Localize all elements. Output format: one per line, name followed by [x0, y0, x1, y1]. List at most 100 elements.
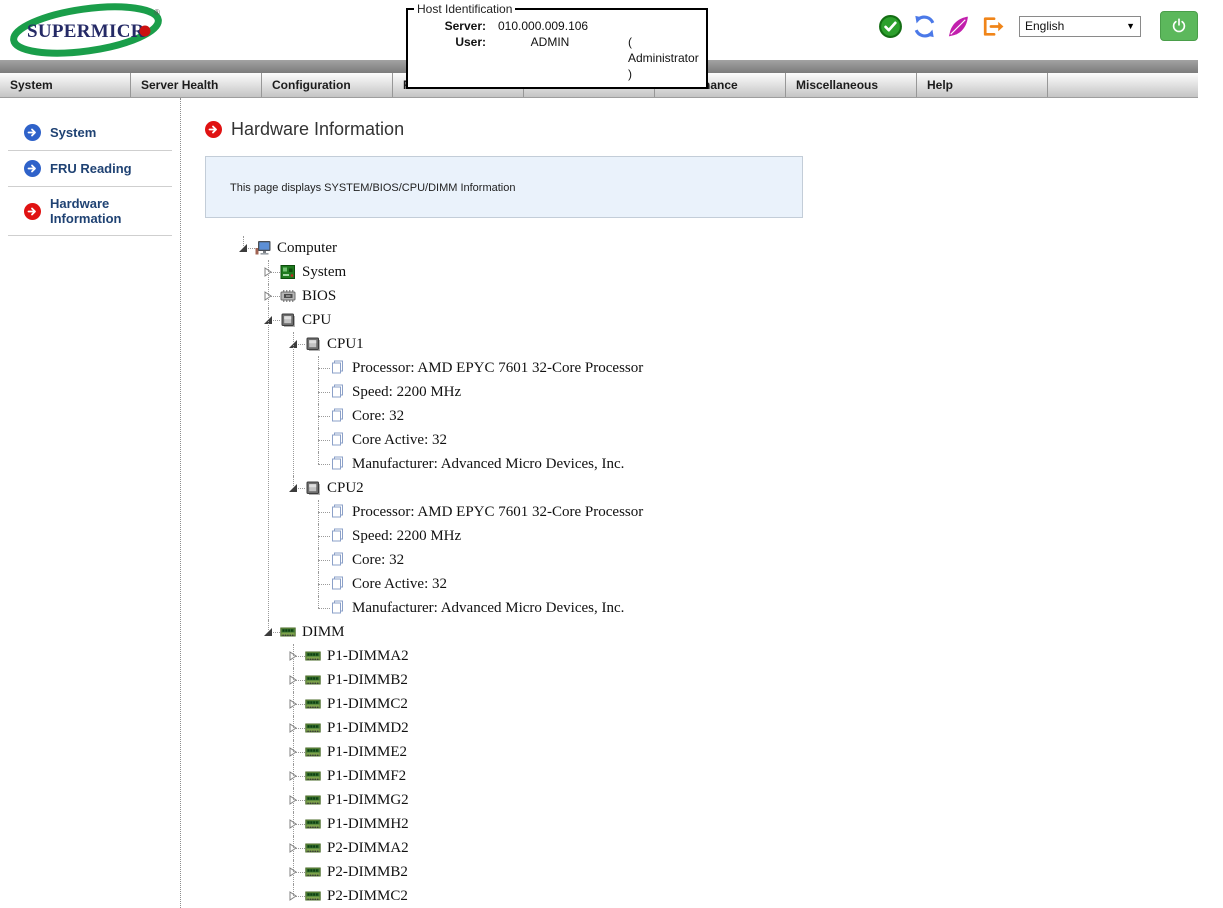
svg-text:®: ® [154, 8, 160, 17]
tree-node-system[interactable]: System [260, 260, 803, 284]
dimm-icon [280, 624, 296, 640]
tree-node-label: P1-DIMMH2 [327, 815, 409, 832]
motherboard-icon [280, 264, 296, 280]
tree-node-core-active-32[interactable]: Core Active: 32 [310, 428, 803, 452]
tree-node-speed-2200-mhz[interactable]: Speed: 2200 MHz [310, 380, 803, 404]
power-button[interactable] [1160, 11, 1198, 41]
tree-node-label: Speed: 2200 MHz [352, 383, 462, 400]
dimm-icon [305, 720, 321, 736]
dimm-icon [305, 864, 321, 880]
menu-item-configuration[interactable]: Configuration [262, 73, 393, 97]
tree-node-p1-dimmf2[interactable]: P1-DIMMF2 [285, 764, 803, 788]
tree-node-p1-dimmc2[interactable]: P1-DIMMC2 [285, 692, 803, 716]
tree-node-label: P1-DIMMC2 [327, 695, 408, 712]
refresh-icon[interactable] [912, 14, 937, 39]
expander-collapsed-icon[interactable] [288, 771, 298, 781]
expander-expanded-icon[interactable] [263, 315, 273, 325]
language-selected: English [1025, 19, 1065, 33]
tree-node-p1-dimmg2[interactable]: P1-DIMMG2 [285, 788, 803, 812]
tree-node-bios[interactable]: BIOS [260, 284, 803, 308]
dimm-icon [305, 648, 321, 664]
cpu-icon [280, 312, 296, 328]
blue-arrow-icon [24, 124, 41, 141]
expander-collapsed-icon[interactable] [263, 291, 273, 301]
expander-collapsed-icon[interactable] [288, 723, 298, 733]
tree-node-p2-dimmb2[interactable]: P2-DIMMB2 [285, 860, 803, 884]
expander-collapsed-icon[interactable] [288, 675, 298, 685]
tree-node-p1-dimmd2[interactable]: P1-DIMMD2 [285, 716, 803, 740]
tree-node-label: System [302, 263, 347, 280]
page-title: Hardware Information [231, 118, 405, 139]
dimm-icon [305, 816, 321, 832]
tree-node-dimm[interactable]: DIMM [260, 620, 803, 644]
expander-expanded-icon[interactable] [263, 627, 273, 637]
dimm-icon [305, 840, 321, 856]
expander-collapsed-icon[interactable] [288, 699, 298, 709]
tree-node-p2-dimmc2[interactable]: P2-DIMMC2 [285, 884, 803, 908]
pages-icon [330, 576, 346, 592]
tree-node-label: Manufacturer: Advanced Micro Devices, In… [352, 455, 625, 472]
tree-node-speed-2200-mhz[interactable]: Speed: 2200 MHz [310, 524, 803, 548]
expander-expanded-icon[interactable] [238, 243, 248, 253]
language-select[interactable]: English ▼ [1019, 15, 1141, 37]
sidebar-item-label: System [50, 125, 97, 140]
server-label: Server: [444, 19, 486, 33]
tree-node-label: P1-DIMMB2 [327, 671, 408, 688]
tree-node-label: P2-DIMMC2 [327, 887, 408, 904]
sidebar-divider [8, 235, 172, 236]
red-arrow-icon [24, 202, 41, 220]
tree-node-processor-amd-epyc-7601-32-cor[interactable]: Processor: AMD EPYC 7601 32-Core Process… [310, 356, 803, 380]
tree-node-core-32[interactable]: Core: 32 [310, 548, 803, 572]
dimm-icon [305, 768, 321, 784]
expander-expanded-icon[interactable] [288, 483, 298, 493]
sidebar-item-fru-reading[interactable]: FRU Reading [0, 151, 180, 186]
tree-node-cpu2[interactable]: CPU2 [285, 476, 803, 500]
expander-collapsed-icon[interactable] [263, 267, 273, 277]
expander-collapsed-icon[interactable] [288, 843, 298, 853]
red-arrow-icon [205, 120, 222, 138]
expander-collapsed-icon[interactable] [288, 867, 298, 877]
tree-node-core-active-32[interactable]: Core Active: 32 [310, 572, 803, 596]
tree-node-p1-dimma2[interactable]: P1-DIMMA2 [285, 644, 803, 668]
sidebar-item-system[interactable]: System [0, 115, 180, 150]
menu-item-system[interactable]: System [0, 73, 131, 97]
tree-node-manufacturer-advanced-micro-de[interactable]: Manufacturer: Advanced Micro Devices, In… [310, 452, 803, 476]
menu-item-help[interactable]: Help [917, 73, 1048, 97]
tree-node-label: BIOS [302, 287, 337, 304]
tree-node-p1-dimme2[interactable]: P1-DIMME2 [285, 740, 803, 764]
hardware-tree: Computer System BIOS CPU CPU1 Processor: AMD … [235, 236, 803, 908]
expander-collapsed-icon[interactable] [288, 747, 298, 757]
server-value: 010.000.009.106 [498, 19, 589, 33]
tree-node-core-32[interactable]: Core: 32 [310, 404, 803, 428]
tree-node-p1-dimmb2[interactable]: P1-DIMMB2 [285, 668, 803, 692]
chevron-down-icon: ▼ [1126, 21, 1135, 31]
sidebar-item-hardware-information[interactable]: Hardware Information [0, 187, 180, 235]
expander-expanded-icon[interactable] [288, 339, 298, 349]
logout-icon[interactable] [980, 14, 1005, 39]
tree-node-p2-dimma2[interactable]: P2-DIMMA2 [285, 836, 803, 860]
tree-node-label: Computer [277, 239, 337, 256]
pages-icon [330, 432, 346, 448]
tree-node-cpu[interactable]: CPU [260, 308, 803, 332]
computer-icon [255, 240, 271, 256]
tree-node-cpu1[interactable]: CPU1 [285, 332, 803, 356]
dimm-icon [305, 672, 321, 688]
tree-node-manufacturer-advanced-micro-de[interactable]: Manufacturer: Advanced Micro Devices, In… [310, 596, 803, 620]
menu-item-server-health[interactable]: Server Health [131, 73, 262, 97]
cpu-icon [305, 480, 321, 496]
menu-item-miscellaneous[interactable]: Miscellaneous [786, 73, 917, 97]
tree-node-processor-amd-epyc-7601-32-cor[interactable]: Processor: AMD EPYC 7601 32-Core Process… [310, 500, 803, 524]
expander-collapsed-icon[interactable] [288, 891, 298, 901]
tree-node-p1-dimmh2[interactable]: P1-DIMMH2 [285, 812, 803, 836]
dimm-icon [305, 744, 321, 760]
sidebar-item-label: FRU Reading [50, 161, 132, 176]
tree-node-label: CPU1 [327, 335, 364, 352]
feather-icon[interactable] [946, 14, 971, 39]
expander-collapsed-icon[interactable] [288, 819, 298, 829]
status-ok-icon[interactable] [878, 14, 903, 39]
expander-collapsed-icon[interactable] [288, 795, 298, 805]
tree-node-label: P1-DIMMG2 [327, 791, 409, 808]
pages-icon [330, 408, 346, 424]
tree-node-computer[interactable]: Computer [235, 236, 803, 260]
expander-collapsed-icon[interactable] [288, 651, 298, 661]
